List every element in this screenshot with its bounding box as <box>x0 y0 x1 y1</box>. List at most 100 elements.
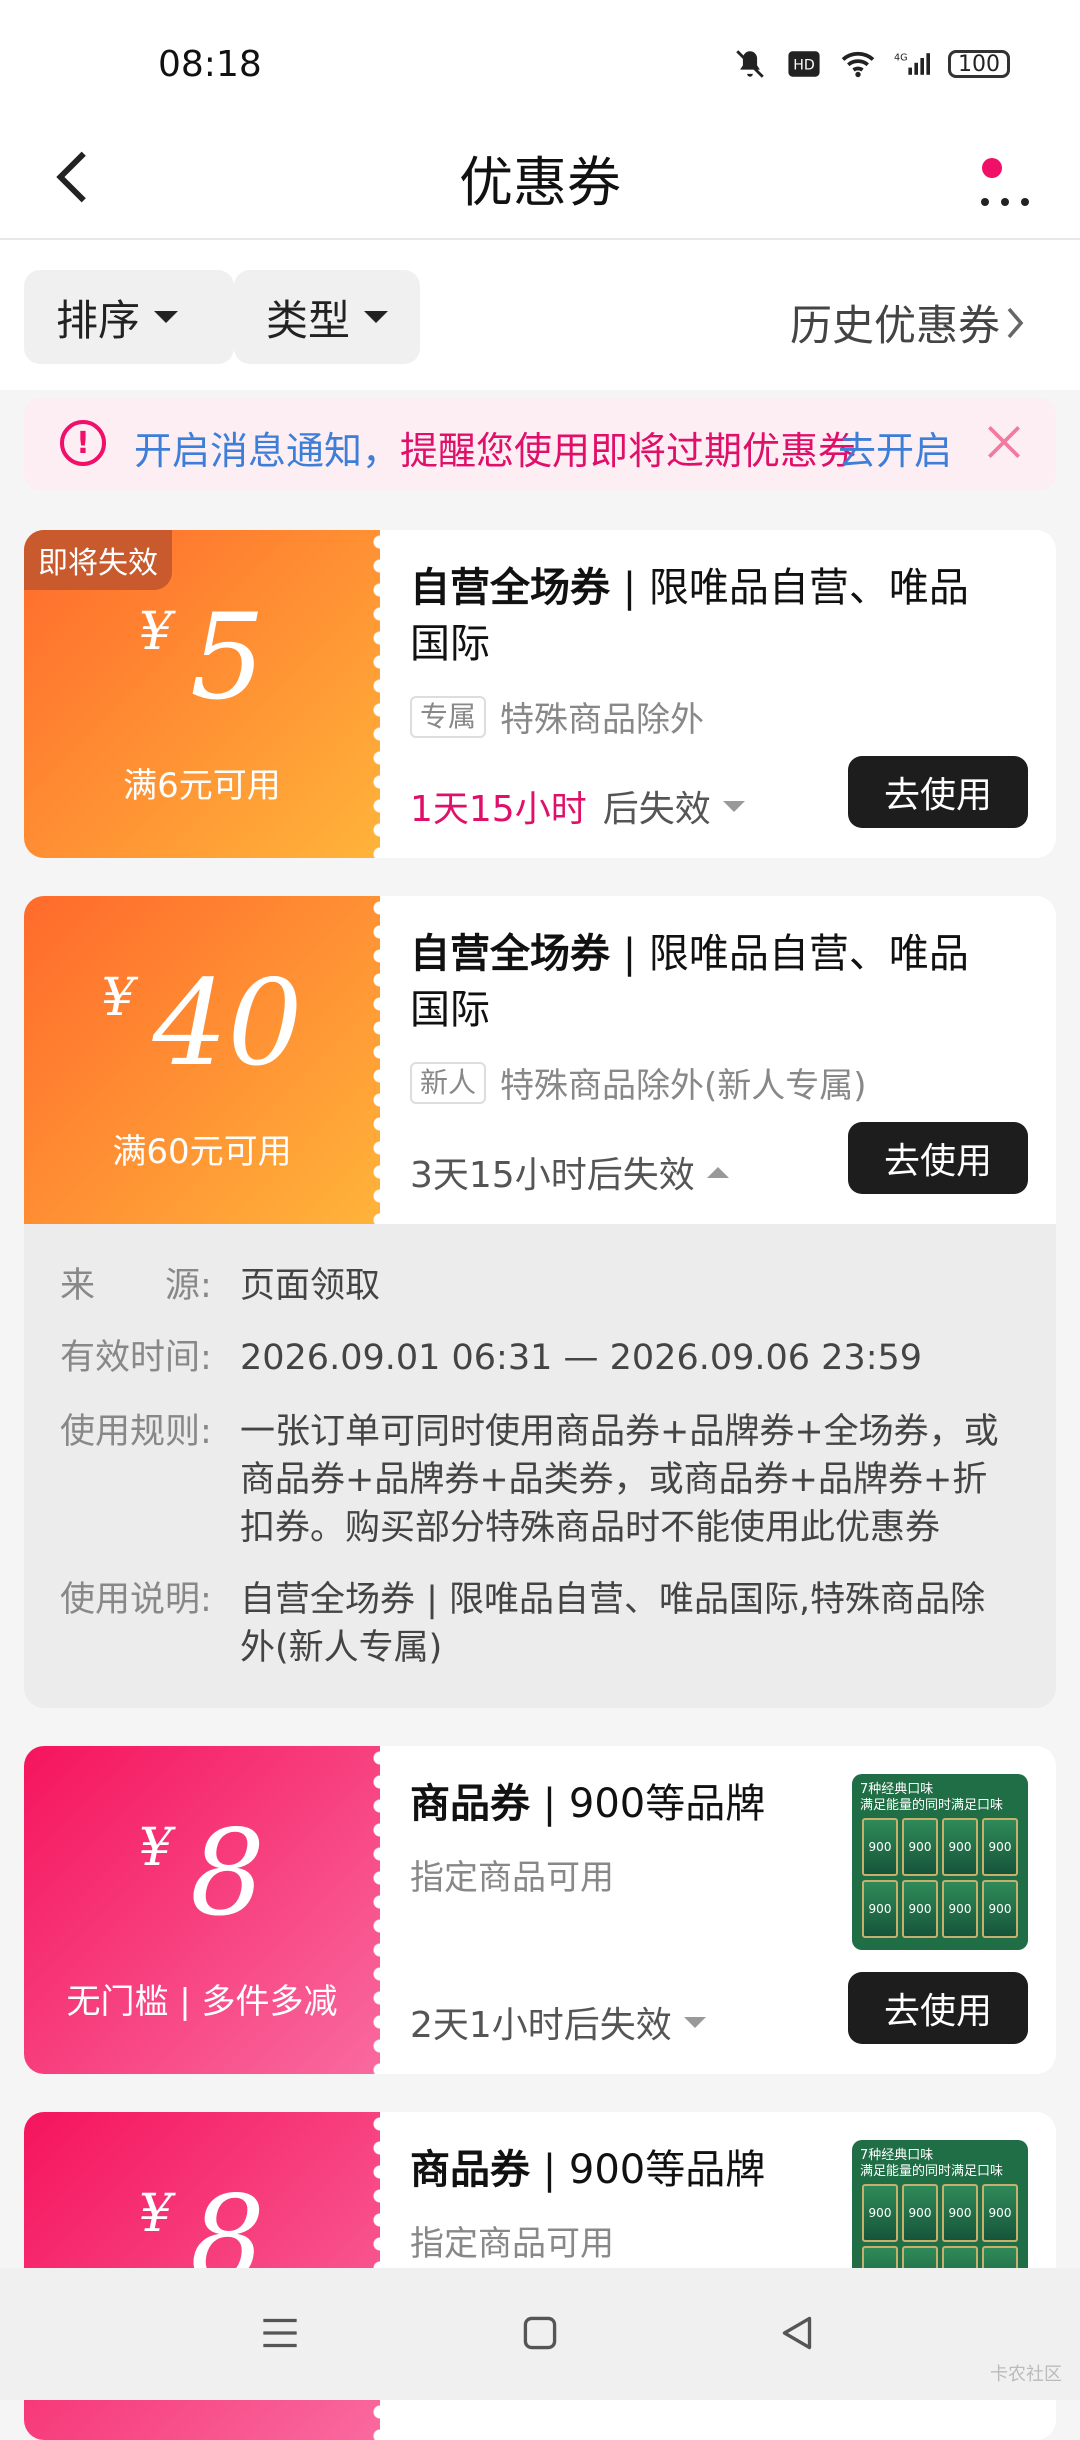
coupon-desc: 特殊商品除外 <box>500 700 705 740</box>
svg-text:HD: HD <box>793 58 815 74</box>
page-title: 优惠券 <box>459 151 621 214</box>
watermark: 卡农社区 <box>990 2364 1062 2385</box>
coupon-detail-panel: 来 源: 页面领取 有效时间: 2026.09.01 06:31 — 2026.09… <box>24 1224 1056 1708</box>
status-time: 08:18 <box>158 44 262 85</box>
expiry-text: 2天1小时后失效 <box>410 2005 672 2046</box>
menu-icon[interactable] <box>255 2308 305 2358</box>
notice-text-1: 开启消息通知， <box>134 429 401 473</box>
chevron-right-icon <box>1007 307 1024 338</box>
coupon-expiry[interactable]: 2天1小时后失效 <box>410 1996 706 2048</box>
home-icon[interactable] <box>515 2308 565 2358</box>
coupon-desc: 特殊商品除外(新人专属) <box>500 1066 867 1106</box>
coupon-amount: ¥40 <box>24 954 380 1092</box>
product-pack: 900 <box>942 2184 978 2242</box>
coupon-tagline: 指定商品可用 <box>410 1850 614 1899</box>
enable-notification-link[interactable]: 去开启 <box>838 420 952 475</box>
detail-label: 有效时间: <box>60 1338 212 1378</box>
product-pack: 900 <box>982 1818 1018 1876</box>
close-icon[interactable] <box>982 420 1026 464</box>
caret-down-icon <box>683 2016 706 2028</box>
coupon-type: 商品券 <box>410 1781 530 1827</box>
warning-icon: ! <box>60 420 106 466</box>
history-coupons-link[interactable]: 历史优惠券 <box>790 292 1030 353</box>
currency-symbol: ¥ <box>101 968 135 1028</box>
coupon-scope: | 900等品牌 <box>530 2147 766 2193</box>
coupon-condition: 无门槛 | 多件多减 <box>66 1982 338 2022</box>
detail-source: 来 源: 页面领取 <box>60 1262 1016 1310</box>
coupon-condition: 满60元可用 <box>112 1132 292 1172</box>
coupon-info: 商品券 | 900等品牌 指定商品可用 2天1小时后失效 7种经典口味 满足能量的… <box>410 1746 1056 2074</box>
coupon-value-panel: ¥8 无门槛 | 多件多减 <box>24 1746 390 2074</box>
wifi-icon <box>840 46 876 82</box>
expiry-time: 1天15小时 <box>410 789 587 830</box>
coupon-type: 商品券 <box>410 2147 530 2193</box>
product-thumbnail[interactable]: 7种经典口味满足能量的同时满足口味 900900900900 900900900… <box>852 1774 1028 1950</box>
notification-banner: ! 开启消息通知，提醒您使用即将过期优惠券 去开启 <box>24 398 1056 490</box>
caret-down-icon <box>154 311 179 323</box>
use-coupon-button[interactable]: 去使用 <box>848 756 1028 828</box>
detail-label: 来 源: <box>60 1266 212 1306</box>
notice-text: 开启消息通知，提醒您使用即将过期优惠券 <box>134 420 856 475</box>
thumb-line2: 满足能量的同时满足口味 <box>860 2164 1004 2179</box>
expiry-text: 后失效 <box>602 789 711 830</box>
caret-up-icon <box>706 1166 729 1178</box>
detail-value: 页面领取 <box>240 1266 381 1306</box>
coupon-scope: | 900等品牌 <box>530 1781 766 1827</box>
coupon-desc: 指定商品可用 <box>410 2224 614 2264</box>
coupon-amount: ¥5 <box>24 588 380 726</box>
4g-signal-icon: 4G <box>894 46 930 82</box>
thumbnail-caption: 7种经典口味 满足能量的同时满足口味 <box>852 1774 1028 1814</box>
notice-text-2: 提醒您使用即将过期优惠券 <box>400 429 857 473</box>
coupon-tag: 专属 <box>410 695 487 738</box>
coupon-card: 即将失效 ¥5 满6元可用 自营全场券 | 限唯品自营、唯品国际 专属 特殊商品除… <box>24 530 1056 858</box>
product-packs: 900900900900 900900900900 <box>862 1818 1018 1938</box>
caret-down-icon <box>364 311 388 323</box>
expiry-text: 3天15小时后失效 <box>410 1155 695 1196</box>
product-pack: 900 <box>982 2184 1018 2242</box>
status-bar: 08:18 HD 4G 100 <box>0 0 1080 120</box>
type-dropdown[interactable]: 类型 <box>234 270 420 364</box>
sort-label: 排序 <box>56 295 141 345</box>
detail-description: 使用说明: 自营全场券 | 限唯品自营、唯品国际,特殊商品除外(新人专属) <box>60 1576 1016 1672</box>
battery-icon: 100 <box>948 50 1010 78</box>
thumbnail-caption: 7种经典口味 满足能量的同时满足口味 <box>852 2140 1028 2180</box>
use-coupon-button[interactable]: 去使用 <box>848 1122 1028 1194</box>
history-label: 历史优惠券 <box>789 301 1000 350</box>
currency-symbol: ¥ <box>138 1818 172 1878</box>
coupon-title: 自营全场券 | 限唯品自营、唯品国际 <box>410 560 1000 672</box>
detail-value: 2026.09.01 06:31 — 2026.09.06 23:59 <box>240 1338 923 1378</box>
product-pack: 900 <box>982 1880 1018 1938</box>
coupon-card: ¥40 满60元可用 自营全场券 | 限唯品自营、唯品国际 新人 特殊商品除外(新… <box>24 896 1056 1224</box>
coupon-title: 自营全场券 | 限唯品自营、唯品国际 <box>410 926 1000 1038</box>
coupon-tagline: 新人 特殊商品除外(新人专属) <box>410 1058 867 1107</box>
coupon-info: 自营全场券 | 限唯品自营、唯品国际 专属 特殊商品除外 1天15小时 后失效 去使… <box>410 530 1056 858</box>
coupon-value-panel: ¥40 满60元可用 <box>24 896 390 1224</box>
sort-dropdown[interactable]: 排序 <box>24 270 234 364</box>
coupon-expiry[interactable]: 1天15小时 后失效 <box>410 780 745 832</box>
amount-value: 5 <box>190 588 266 726</box>
back-triangle-icon[interactable] <box>772 2308 822 2358</box>
coupon-tag: 新人 <box>410 1061 487 1104</box>
thumb-line2: 满足能量的同时满足口味 <box>860 1798 1004 1813</box>
thumb-line1: 7种经典口味 <box>860 1782 934 1797</box>
type-label: 类型 <box>266 295 351 345</box>
coupon-expiry[interactable]: 3天15小时后失效 <box>410 1146 729 1198</box>
product-pack: 900 <box>902 2184 938 2242</box>
product-pack: 900 <box>902 1818 938 1876</box>
top-bar: 优惠券 <box>0 120 1080 240</box>
coupon-tagline: 指定商品可用 <box>410 2216 614 2265</box>
detail-value: 自营全场券 | 限唯品自营、唯品国际,特殊商品除外(新人专属) <box>240 1580 986 1668</box>
svg-text:4G: 4G <box>894 52 908 63</box>
coupon-value-panel: 即将失效 ¥5 满6元可用 <box>24 530 390 858</box>
amount-value: 8 <box>190 1804 266 1942</box>
thumb-line1: 7种经典口味 <box>860 2148 934 2163</box>
detail-rules: 使用规则: 一张订单可同时使用商品券+品牌券+全场券，或商品券+品牌券+品类券，或… <box>60 1408 1016 1552</box>
detail-valid-time: 有效时间: 2026.09.01 06:31 — 2026.09.06 23:59 <box>60 1334 1016 1382</box>
coupon-amount: ¥8 <box>24 1804 380 1942</box>
coupon-card: ¥8 无门槛 | 多件多减 商品券 | 900等品牌 指定商品可用 2天1小时后… <box>24 1746 1056 2074</box>
use-coupon-button[interactable]: 去使用 <box>848 1972 1028 2044</box>
product-pack: 900 <box>942 1818 978 1876</box>
detail-label: 使用规则: <box>60 1412 212 1452</box>
more-dots-icon[interactable] <box>970 150 1040 210</box>
product-pack: 900 <box>902 1880 938 1938</box>
